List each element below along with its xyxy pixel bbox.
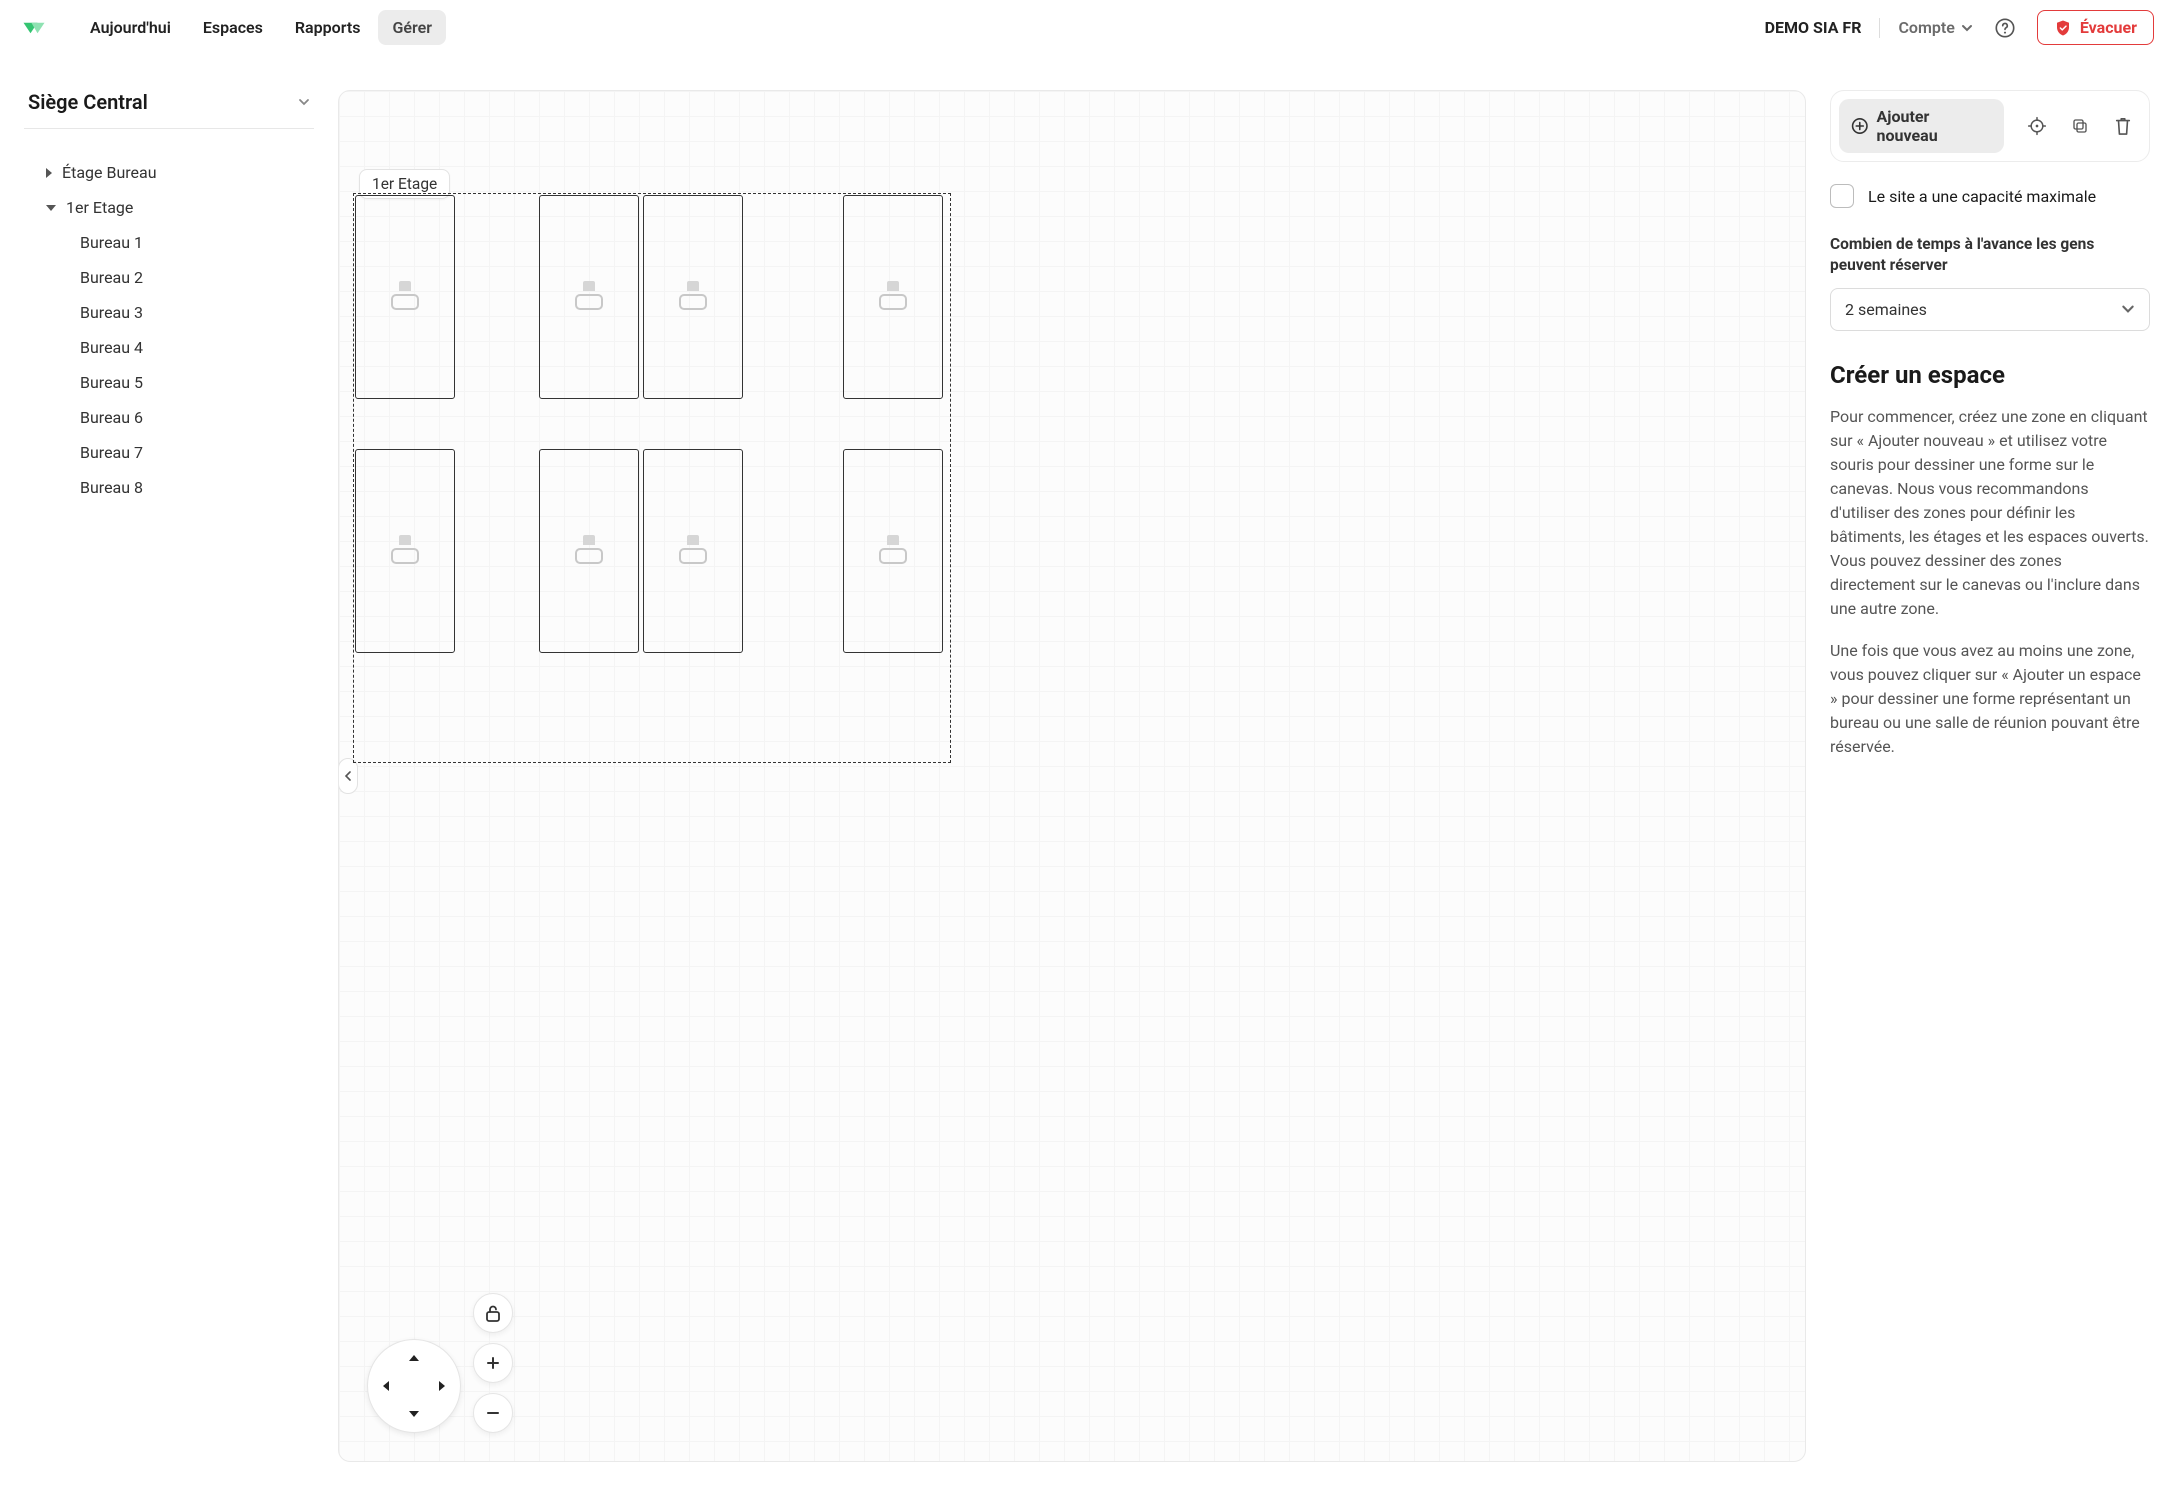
seat-icon (878, 535, 908, 564)
site-selector[interactable]: Siège Central (24, 90, 314, 129)
divider (1879, 18, 1880, 38)
tree-item-desk[interactable]: Bureau 8 (24, 470, 314, 505)
desk-shape[interactable] (643, 195, 743, 399)
max-capacity-checkbox[interactable] (1830, 184, 1854, 208)
seat-icon (574, 281, 604, 310)
add-new-button[interactable]: Ajouter nouveau (1839, 99, 2004, 153)
advance-booking-label: Combien de temps à l'avance les gens peu… (1830, 234, 2150, 276)
nav-spaces[interactable]: Espaces (189, 10, 277, 45)
desk-shape[interactable] (539, 449, 639, 653)
caret-right-icon (46, 168, 52, 178)
pan-left-button[interactable] (374, 1374, 398, 1398)
site-name: Siège Central (28, 90, 148, 114)
seat-icon (390, 535, 420, 564)
lock-toggle-button[interactable] (473, 1293, 513, 1333)
pan-down-button[interactable] (402, 1402, 426, 1426)
advance-booking-select[interactable]: 2 semaines (1830, 288, 2150, 331)
pan-right-button[interactable] (430, 1374, 454, 1398)
desk-shape[interactable] (643, 449, 743, 653)
chevron-down-icon (298, 96, 310, 108)
nav-reports[interactable]: Rapports (281, 10, 375, 45)
trash-icon (2114, 116, 2132, 136)
caret-down-icon (46, 205, 56, 211)
plus-circle-icon (1851, 117, 1869, 135)
floorplan-canvas[interactable]: 1er Etage (338, 90, 1806, 1462)
tree-item-desk[interactable]: Bureau 7 (24, 435, 314, 470)
desk-shape[interactable] (355, 449, 455, 653)
collapse-sidebar-handle[interactable] (338, 758, 358, 794)
tree-item-desk[interactable]: Bureau 4 (24, 330, 314, 365)
zoom-controls (473, 1293, 513, 1433)
max-capacity-label: Le site a une capacité maximale (1868, 187, 2096, 206)
chevron-left-icon (344, 771, 352, 781)
create-space-p1: Pour commencer, créez une zone en cliqua… (1830, 405, 2150, 621)
tree-item-desk[interactable]: Bureau 5 (24, 365, 314, 400)
duplicate-button[interactable] (2063, 108, 2098, 144)
seat-icon (574, 535, 604, 564)
evacuate-label: Évacuer (2080, 18, 2137, 37)
advance-booking-value: 2 semaines (1845, 300, 1927, 319)
panel-toolbar: Ajouter nouveau (1830, 90, 2150, 162)
tree-item-desk[interactable]: Bureau 2 (24, 260, 314, 295)
minus-icon (485, 1405, 501, 1421)
space-tree: Étage Bureau 1er Etage Bureau 1 Bureau 2… (24, 155, 314, 505)
chevron-down-icon (2121, 302, 2135, 316)
tree-item-desk[interactable]: Bureau 1 (24, 225, 314, 260)
seat-icon (878, 281, 908, 310)
recenter-button[interactable] (2020, 108, 2055, 144)
help-icon[interactable] (1991, 14, 2019, 42)
plus-icon (485, 1355, 501, 1371)
nav-today[interactable]: Aujourd'hui (76, 10, 185, 45)
seat-icon (678, 535, 708, 564)
chevron-down-icon (1961, 22, 1973, 34)
sidebar: Siège Central Étage Bureau 1er Etage Bur… (24, 90, 314, 1462)
max-capacity-row: Le site a une capacité maximale (1830, 184, 2150, 208)
properties-panel: Ajouter nouveau (1830, 90, 2150, 1462)
desk-shape[interactable] (843, 195, 943, 399)
account-label: Compte (1898, 18, 1954, 37)
tree-item-desk[interactable]: Bureau 3 (24, 295, 314, 330)
unlock-icon (485, 1304, 501, 1322)
copy-icon (2071, 117, 2089, 135)
nav-manage[interactable]: Gérer (378, 10, 446, 45)
app-logo[interactable] (20, 14, 48, 42)
zoom-in-button[interactable] (473, 1343, 513, 1383)
seat-icon (390, 281, 420, 310)
topbar-right: DEMO SIA FR Compte Évacuer (1765, 10, 2154, 45)
desk-shape[interactable] (843, 449, 943, 653)
desk-shape[interactable] (355, 195, 455, 399)
tree-item-floor-1[interactable]: 1er Etage (24, 190, 314, 225)
tree-item-desk[interactable]: Bureau 6 (24, 400, 314, 435)
seat-icon (678, 281, 708, 310)
tree-item-floor-office[interactable]: Étage Bureau (24, 155, 314, 190)
pan-up-button[interactable] (402, 1346, 426, 1370)
zoom-out-button[interactable] (473, 1393, 513, 1433)
topbar: Aujourd'hui Espaces Rapports Gérer DEMO … (0, 0, 2174, 56)
tree-label: 1er Etage (66, 198, 133, 217)
create-space-title: Créer un espace (1830, 361, 2150, 389)
evacuate-button[interactable]: Évacuer (2037, 10, 2154, 45)
primary-nav: Aujourd'hui Espaces Rapports Gérer (76, 10, 446, 45)
tree-label: Étage Bureau (62, 163, 157, 182)
org-name: DEMO SIA FR (1765, 18, 1862, 37)
shield-check-icon (2054, 19, 2072, 37)
add-new-label: Ajouter nouveau (1877, 107, 1992, 145)
crosshair-icon (2027, 116, 2047, 136)
account-menu[interactable]: Compte (1898, 18, 1972, 37)
pan-control (367, 1339, 461, 1433)
delete-button[interactable] (2106, 108, 2141, 144)
desk-shape[interactable] (539, 195, 639, 399)
create-space-p2: Une fois que vous avez au moins une zone… (1830, 639, 2150, 759)
